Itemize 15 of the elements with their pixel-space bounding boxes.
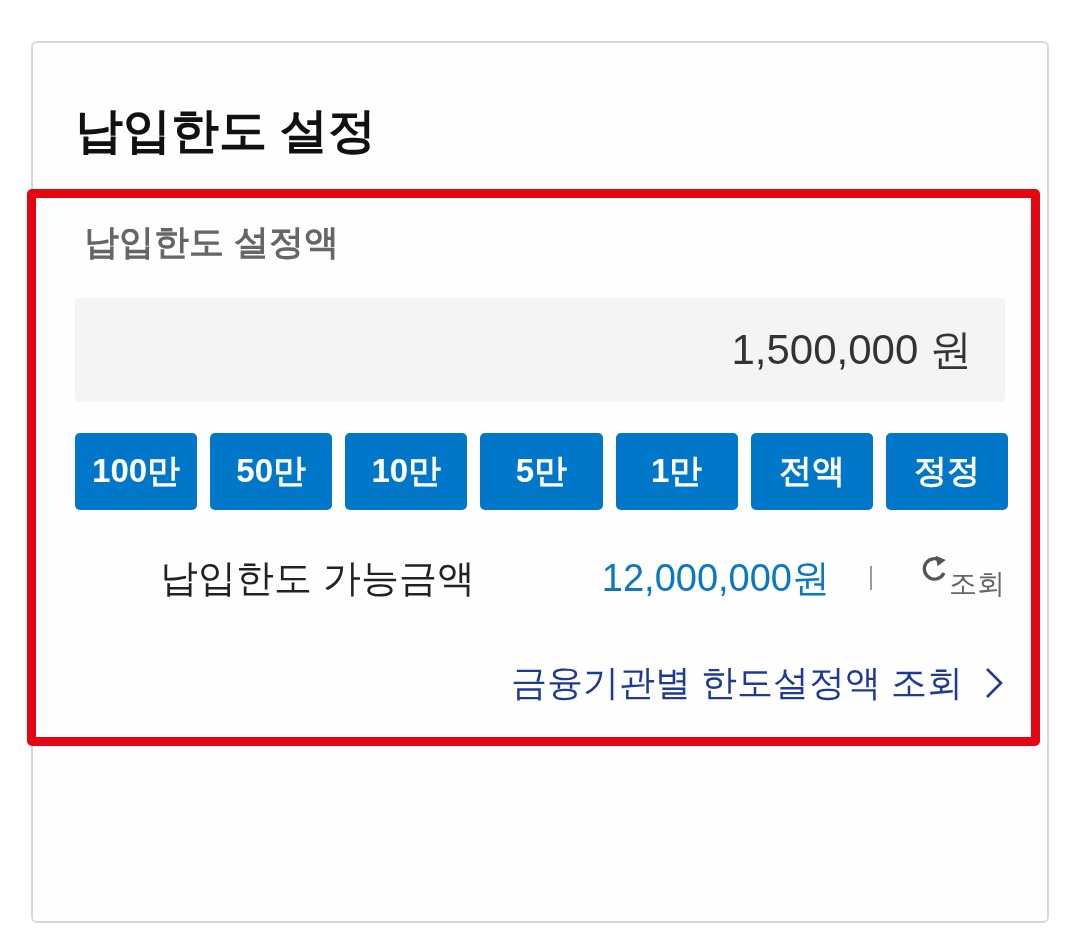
- amount-button[interactable]: 100만: [75, 433, 198, 510]
- amount-button[interactable]: 50만: [210, 433, 333, 510]
- amount-button[interactable]: 5만: [480, 433, 603, 510]
- amount-input[interactable]: 1,500,000 원: [75, 298, 1005, 402]
- available-amount: 12,000,000원: [601, 556, 830, 601]
- amount-button[interactable]: 1만: [615, 433, 738, 510]
- institution-limit-link[interactable]: 금융기관별 한도설정액 조회: [511, 659, 1003, 707]
- amount-button[interactable]: 전액: [750, 433, 873, 510]
- available-label: 납입한도 가능금액: [160, 556, 475, 601]
- chevron-right-icon: [985, 667, 1003, 699]
- field-label: 납입한도 설정액: [84, 221, 339, 263]
- section-title: 납입한도 설정: [75, 103, 377, 159]
- amount-button[interactable]: 정정: [885, 433, 1008, 510]
- refresh-button[interactable]: 조회: [921, 553, 1005, 603]
- amount-button[interactable]: 10만: [345, 433, 468, 510]
